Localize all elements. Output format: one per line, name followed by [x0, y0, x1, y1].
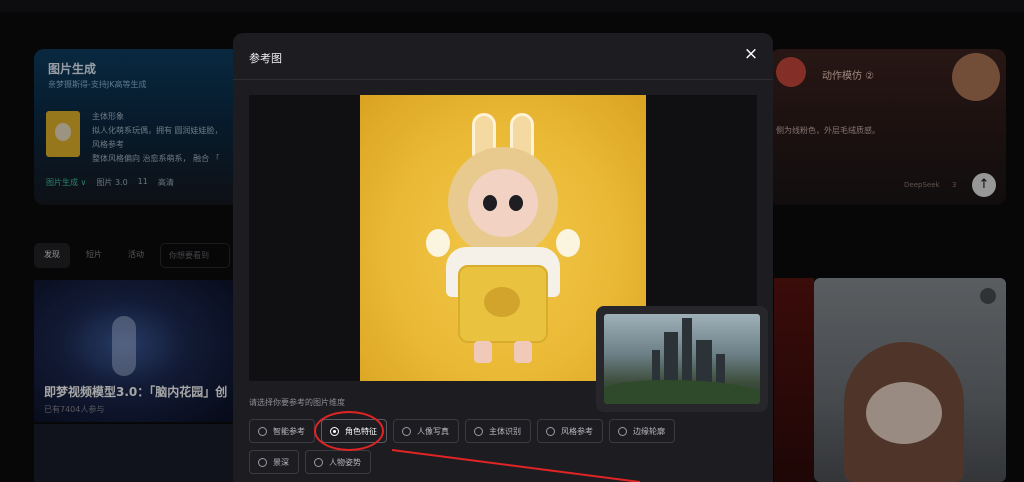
option-depth[interactable]: 景深: [249, 450, 299, 474]
option-smart-reference[interactable]: 智能参考: [249, 419, 315, 443]
radio-icon: [402, 426, 411, 436]
close-icon[interactable]: ×: [743, 46, 759, 63]
hover-preview-card[interactable]: [596, 306, 768, 412]
annotation-circle: [314, 411, 384, 451]
option-subject-recognition[interactable]: 主体识别: [465, 419, 531, 443]
reference-image-dialog: 参考图 × 请选择你要参考的图片维度 智能参考 角色特征 人像写真 主体识别 风…: [233, 33, 773, 482]
radio-icon: [258, 426, 267, 436]
castle-image: [604, 314, 760, 404]
option-portrait[interactable]: 人像写真: [393, 419, 459, 443]
dialog-title: 参考图: [249, 52, 282, 65]
radio-icon: [618, 426, 627, 436]
dimension-instruction: 请选择你要参考的图片维度: [249, 398, 345, 407]
option-pose[interactable]: 人物姿势: [305, 450, 371, 474]
radio-icon: [314, 457, 323, 467]
radio-icon: [258, 457, 267, 467]
option-edge-contour[interactable]: 边缘轮廓: [609, 419, 675, 443]
divider: [233, 79, 773, 80]
radio-icon: [546, 426, 555, 436]
option-style-reference[interactable]: 风格参考: [537, 419, 603, 443]
radio-icon: [474, 426, 483, 436]
